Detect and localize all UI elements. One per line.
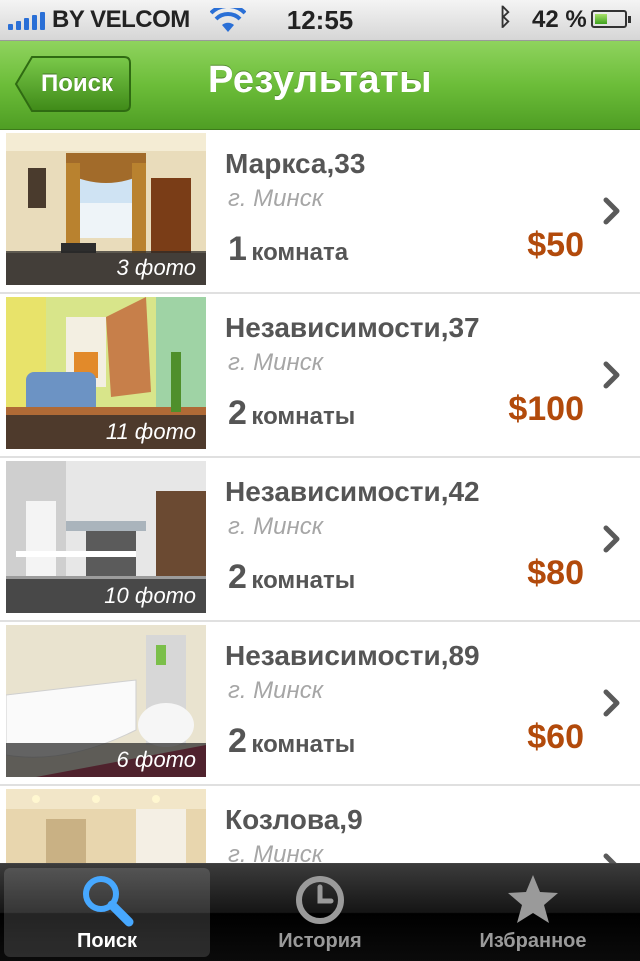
- tab-search[interactable]: Поиск: [4, 868, 210, 957]
- listing-row[interactable]: 3 фото Маркса,33 г. Минск 1 комната $50: [0, 130, 640, 294]
- rooms-count: 2: [228, 722, 247, 760]
- listing-price: $80: [527, 554, 584, 592]
- listing-rooms: 2 комнаты: [228, 722, 355, 761]
- chevron-right-icon: [603, 361, 620, 389]
- listing-city: г. Минск: [228, 185, 324, 212]
- photo-count: 11 фото: [6, 415, 206, 449]
- listing-address: Маркса,33: [225, 148, 366, 179]
- listing-city: г. Минск: [228, 841, 324, 863]
- tab-favorites[interactable]: Избранное: [430, 868, 636, 957]
- listing-photo[interactable]: [6, 789, 206, 863]
- battery-percent: 42 %: [532, 6, 587, 33]
- listing-price: $60: [527, 718, 584, 756]
- bluetooth-icon: ᛒ: [498, 4, 513, 31]
- listing-photo[interactable]: 10 фото: [6, 461, 206, 613]
- listing-photo[interactable]: 11 фото: [6, 297, 206, 449]
- tab-bar: Поиск История Избранное: [0, 863, 640, 961]
- history-clock-icon: [296, 876, 344, 924]
- tab-history[interactable]: История: [217, 868, 423, 957]
- search-icon: [83, 876, 134, 927]
- listing-rooms: 2 комнаты: [228, 558, 355, 597]
- chevron-right-icon: [603, 689, 620, 717]
- listing-row[interactable]: 11 фото Независимости,37 г. Минск 2 комн…: [0, 294, 640, 458]
- listing-price: $100: [508, 390, 584, 428]
- battery-icon: [591, 10, 631, 28]
- room-photo-image: [6, 789, 206, 863]
- rooms-word: комнаты: [251, 731, 356, 758]
- photo-count: 3 фото: [6, 251, 206, 285]
- rooms-count: 2: [228, 558, 247, 596]
- listing-address: Независимости,42: [225, 476, 480, 507]
- photo-count: 6 фото: [6, 743, 206, 777]
- listing-rooms: 1 комната: [228, 230, 348, 269]
- rooms-count: 2: [228, 394, 247, 432]
- navigation-bar: Поиск Результаты: [0, 41, 640, 130]
- listing-address: Независимости,37: [225, 312, 480, 343]
- photo-count: 10 фото: [6, 579, 206, 613]
- listing-rooms: 2 комнаты: [228, 394, 355, 433]
- page-title: Результаты: [207, 59, 433, 101]
- listing-row[interactable]: 10 фото Независимости,42 г. Минск 2 комн…: [0, 458, 640, 622]
- tab-label: Избранное: [479, 930, 587, 952]
- battery-level: [595, 14, 607, 24]
- listing-photo[interactable]: 3 фото: [6, 133, 206, 285]
- rooms-word: комнаты: [251, 403, 356, 430]
- rooms-count: 1: [228, 230, 247, 268]
- status-bar: BY VELCOM 12:55 ᛒ 42 %: [0, 0, 640, 41]
- chevron-right-icon: [603, 197, 620, 225]
- listing-photo[interactable]: 6 фото: [6, 625, 206, 777]
- tab-label: Поиск: [76, 930, 138, 952]
- listing-address: Независимости,89: [225, 640, 480, 671]
- results-list: 3 фото Маркса,33 г. Минск 1 комната $50: [0, 130, 640, 863]
- listing-row[interactable]: 6 фото Независимости,89 г. Минск 2 комна…: [0, 622, 640, 786]
- rooms-word: комната: [251, 239, 349, 266]
- rooms-word: комнаты: [251, 567, 356, 594]
- chevron-right-icon: [603, 853, 617, 863]
- star-icon: [508, 875, 558, 923]
- listing-city: г. Минск: [228, 349, 324, 376]
- tab-label: История: [278, 930, 362, 952]
- listing-city: г. Минск: [228, 677, 324, 704]
- listing-price: $50: [527, 226, 584, 264]
- listing-row[interactable]: Козлова,9 г. Минск: [0, 786, 640, 863]
- chevron-right-icon: [603, 525, 620, 553]
- listing-address: Козлова,9: [225, 804, 363, 835]
- listing-city: г. Минск: [228, 513, 324, 540]
